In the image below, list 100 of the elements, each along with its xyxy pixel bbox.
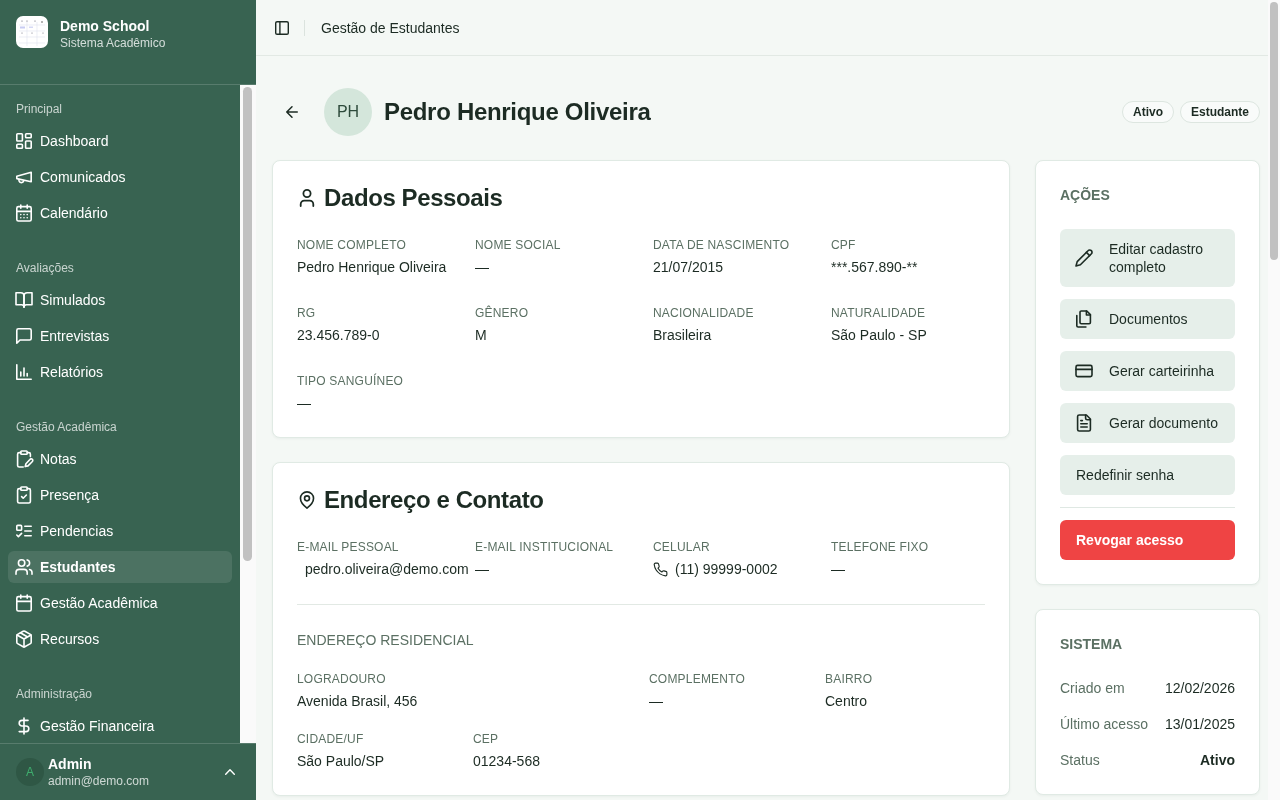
field-label: BAIRRO: [825, 671, 873, 687]
action-button[interactable]: Editar cadastro completo: [1060, 229, 1235, 287]
field-label: NOME SOCIAL: [475, 237, 561, 253]
sidebar-item[interactable]: Calendário: [8, 197, 232, 229]
field-label: TELEFONE FIXO: [831, 539, 929, 555]
sidebar-item[interactable]: Relatórios: [8, 356, 232, 388]
clipboard-pen-icon: [16, 451, 32, 467]
box-icon: [16, 631, 32, 647]
field-label: RG: [297, 305, 316, 321]
subsection-title: ENDEREÇO RESIDENCIAL: [297, 631, 474, 650]
status-tag: Ativo: [1122, 101, 1174, 123]
user-name: Admin: [48, 755, 92, 773]
sidebar-item[interactable]: Dashboard: [8, 125, 232, 157]
section-title: Dados Pessoais: [324, 185, 503, 211]
panel-title: SISTEMA: [1060, 635, 1123, 654]
field-label: CEP: [473, 731, 499, 747]
scrollbar[interactable]: [240, 85, 256, 743]
sidebar-item[interactable]: Presença: [8, 479, 232, 511]
field-value: M: [475, 326, 487, 345]
page-title: Gestão de Estudantes: [321, 18, 460, 37]
field-label: CPF: [831, 237, 856, 253]
left-arrow-icon: [286, 106, 298, 118]
field-value: Pedro Henrique Oliveira: [297, 258, 447, 277]
field-value: 23.456.789-0: [297, 326, 380, 345]
sidebar-item[interactable]: Notas: [8, 443, 232, 475]
field-value: pedro.oliveira@demo.com: [305, 560, 469, 579]
student-name: Pedro Henrique Oliveira: [384, 97, 651, 127]
field-value: —: [475, 258, 489, 277]
field-label: NOME COMPLETO: [297, 237, 407, 253]
map-pin-icon: [299, 491, 315, 509]
field-value: São Paulo/SP: [297, 752, 385, 771]
field-label: NACIONALIDADE: [653, 305, 754, 321]
field-value: —: [475, 560, 489, 579]
megaphone-icon: [16, 169, 32, 185]
sidebar-item[interactable]: Entrevistas: [8, 320, 232, 352]
dollar-sign-icon: [16, 718, 32, 734]
field-label: GÊNERO: [475, 305, 529, 321]
user-email: admin@demo.com: [48, 773, 149, 789]
action-button[interactable]: Documentos: [1060, 299, 1235, 339]
sidebar-item[interactable]: Simulados: [8, 284, 232, 316]
info-value: Ativo: [1200, 751, 1235, 770]
action-button[interactable]: Gerar documento: [1060, 403, 1235, 443]
field-label: E-MAIL PESSOAL: [297, 539, 399, 555]
user-avatar: A: [16, 758, 44, 786]
brand-subtitle: Sistema Acadêmico: [60, 35, 166, 51]
field-value: 01234-568: [473, 752, 540, 771]
scrollbar[interactable]: [1268, 0, 1280, 800]
grid-icon: [16, 133, 32, 149]
field-label: CIDADE/UF: [297, 731, 364, 747]
action-button[interactable]: Redefinir senha: [1060, 455, 1235, 495]
chevron-up-icon: [225, 769, 235, 775]
field-value: 21/07/2015: [653, 258, 724, 277]
field-value: Avenida Brasil, 456: [297, 692, 418, 711]
info-label: Criado em: [1060, 679, 1125, 698]
field-value: —: [649, 692, 663, 711]
sidebar-item[interactable]: Gestão Financeira: [8, 710, 232, 742]
open-book-icon: [16, 292, 32, 308]
sidebar-section-title: Avaliações: [16, 260, 74, 276]
sidebar-item[interactable]: Comunicados: [8, 161, 232, 193]
grid-logo-icon: [16, 16, 48, 48]
danger-button[interactable]: Revogar acesso: [1060, 520, 1235, 560]
field-value: —: [831, 560, 845, 579]
info-value: 13/01/2025: [1164, 715, 1235, 734]
info-value: 12/02/2026: [1164, 679, 1235, 698]
sidebar-section-title: Principal: [16, 101, 63, 117]
checklist-icon: [16, 523, 32, 539]
scrollbar-thumb[interactable]: [243, 87, 252, 561]
files-icon: [1076, 311, 1092, 327]
bar-chart-icon: [16, 364, 32, 380]
sidebar-section-title: Administração: [16, 686, 93, 702]
status-tag: Estudante: [1180, 101, 1260, 123]
section-title: Endereço e Contato: [324, 487, 544, 513]
field-label: CELULAR: [653, 539, 710, 555]
credit-card-icon: [1076, 363, 1092, 379]
action-button[interactable]: Gerar carteirinha: [1060, 351, 1235, 391]
users-icon: [16, 559, 32, 575]
field-label: E-MAIL INSTITUCIONAL: [475, 539, 614, 555]
sidebar-item[interactable]: Gestão Acadêmica: [8, 587, 232, 619]
clipboard-check-icon: [16, 487, 32, 503]
calendar-icon: [16, 205, 32, 221]
info-label: Status: [1060, 751, 1100, 770]
scrollbar-thumb[interactable]: [1270, 2, 1278, 260]
field-label: COMPLEMENTO: [649, 671, 745, 687]
pencil-icon: [1076, 250, 1092, 266]
field-value: ***.567.890-**: [831, 258, 918, 277]
person-icon: [299, 189, 315, 207]
sidebar-item[interactable]: Estudantes: [8, 551, 232, 583]
chat-bubble-icon: [16, 328, 32, 344]
side-panel-icon: [275, 20, 289, 35]
field-label: NATURALIDADE: [831, 305, 926, 321]
field-label: TIPO SANGUÍNEO: [297, 373, 404, 389]
phone-icon: [654, 562, 667, 576]
sidebar-item[interactable]: Recursos: [8, 623, 232, 655]
field-value: —: [297, 394, 311, 413]
sidebar-section-title: Gestão Acadêmica: [16, 419, 117, 435]
field-value: Centro: [825, 692, 868, 711]
student-avatar: PH: [324, 88, 372, 136]
sidebar-item[interactable]: Pendencias: [8, 515, 232, 547]
field-label: DATA DE NASCIMENTO: [653, 237, 790, 253]
field-value: (11) 99999-0002: [675, 560, 778, 579]
